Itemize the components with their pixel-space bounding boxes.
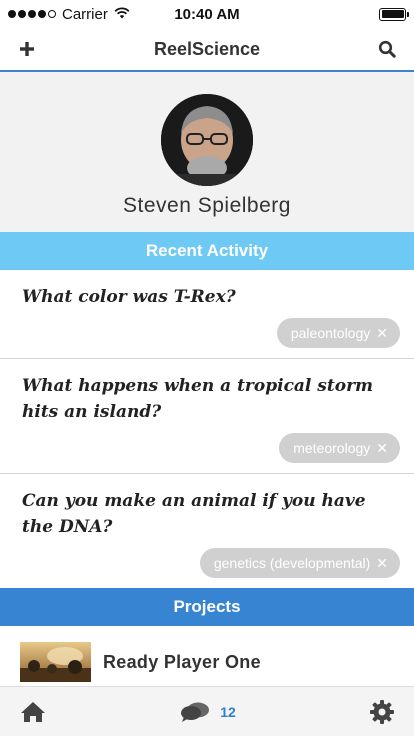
nav-bar: ReelScience bbox=[0, 28, 414, 72]
activity-item[interactable]: What color was T-Rex? paleontology ✕ bbox=[0, 270, 414, 359]
tag-label: meteorology bbox=[293, 440, 371, 456]
avatar[interactable] bbox=[161, 94, 253, 186]
carrier-label: Carrier bbox=[62, 5, 108, 23]
project-name: Ready Player One bbox=[103, 651, 261, 672]
search-icon bbox=[378, 40, 396, 58]
tag-paleontology[interactable]: paleontology ✕ bbox=[276, 318, 400, 348]
tag-label: paleontology bbox=[290, 325, 371, 341]
activity-item[interactable]: What happens when a tropical storm hits … bbox=[0, 359, 414, 474]
profile-name: Steven Spielberg bbox=[123, 194, 291, 217]
activity-question[interactable]: Can you make an animal if you have the D… bbox=[22, 488, 400, 540]
plus-icon bbox=[20, 42, 34, 56]
wifi-icon bbox=[114, 6, 130, 23]
status-bar: Carrier 10:40 AM bbox=[0, 0, 414, 28]
gear-icon bbox=[369, 699, 394, 724]
home-tab-button[interactable] bbox=[20, 701, 46, 723]
comments-icon bbox=[181, 702, 210, 722]
add-button[interactable] bbox=[12, 34, 42, 64]
recent-activity-header: Recent Activity bbox=[0, 232, 414, 270]
tag-label: genetics (developmental) bbox=[213, 555, 371, 571]
battery-icon bbox=[379, 7, 409, 21]
tag-meteorology[interactable]: meteorology ✕ bbox=[279, 433, 400, 463]
close-icon[interactable]: ✕ bbox=[376, 325, 388, 341]
close-icon[interactable]: ✕ bbox=[376, 440, 388, 456]
tab-bar: 12 bbox=[0, 686, 414, 736]
close-icon[interactable]: ✕ bbox=[376, 555, 388, 571]
activity-question[interactable]: What color was T-Rex? bbox=[22, 284, 400, 310]
settings-tab-button[interactable] bbox=[369, 699, 394, 724]
signal-strength-icon bbox=[8, 10, 56, 18]
profile-section: Steven Spielberg bbox=[0, 72, 414, 232]
comment-count-badge: 12 bbox=[220, 703, 236, 720]
home-icon bbox=[21, 701, 45, 722]
projects-header: Projects bbox=[0, 588, 414, 626]
activity-question[interactable]: What happens when a tropical storm hits … bbox=[22, 373, 400, 425]
project-thumbnail bbox=[20, 642, 91, 682]
tag-genetics[interactable]: genetics (developmental) ✕ bbox=[199, 548, 400, 578]
app-title: ReelScience bbox=[153, 38, 261, 59]
activity-item[interactable]: Can you make an animal if you have the D… bbox=[0, 474, 414, 588]
comments-tab-button[interactable]: 12 bbox=[180, 701, 236, 723]
search-button[interactable] bbox=[372, 34, 402, 64]
